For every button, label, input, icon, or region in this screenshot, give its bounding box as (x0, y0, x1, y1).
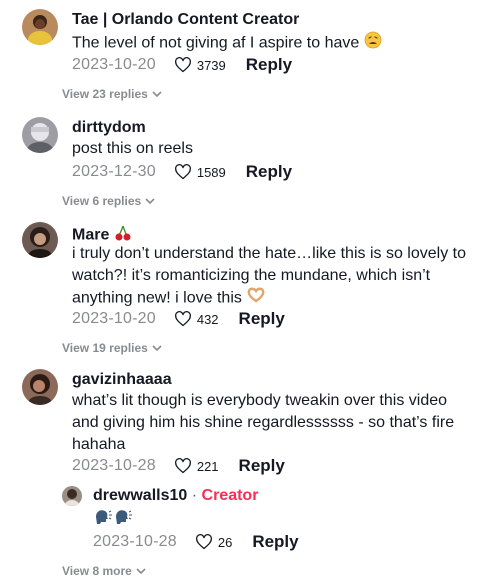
like-count: 3739 (196, 57, 226, 73)
heart-icon (174, 57, 191, 73)
view-replies-label: View 8 more (62, 564, 132, 578)
separator: · (191, 487, 198, 504)
comment-text-line: watch?! it’s romanticizing the mundane, … (72, 267, 431, 284)
view-replies-label: View 6 replies (62, 194, 142, 208)
comment-text: The level of not giving af I aspire to h… (72, 31, 382, 56)
reply-button[interactable]: Reply (252, 532, 298, 552)
like-count: 221 (196, 458, 219, 474)
reply-text (93, 507, 133, 532)
view-replies-label: View 23 replies (62, 87, 148, 101)
chevron-down-icon (145, 197, 155, 204)
like-count: 1589 (196, 164, 226, 180)
comment-text: post this on reels (72, 140, 193, 157)
comment-text-content: The level of not giving af I aspire to h… (72, 34, 360, 52)
like-button[interactable]: 3739 (174, 57, 226, 73)
chevron-down-icon (136, 567, 146, 574)
like-count: 26 (217, 534, 233, 550)
like-button[interactable]: 1589 (174, 164, 226, 180)
heart-hands-emoji-icon (246, 287, 266, 310)
comment-text: what’s lit though is everybody tweakin o… (72, 390, 492, 456)
comment-date: 2023-10-28 (72, 457, 156, 474)
comment-username[interactable]: gavizinhaaaa (72, 371, 172, 389)
username-text: drewwalls10 (93, 487, 188, 504)
reply-button[interactable]: Reply (239, 309, 285, 329)
comment-meta: 2023-10-20 432 Reply (72, 308, 285, 330)
comment-text-line: what’s lit though is everybody tweakin o… (72, 392, 448, 409)
tired-face-emoji-icon (364, 31, 382, 56)
comment-meta: 2023-12-30 1589 Reply (72, 161, 292, 183)
comment-date: 2023-10-20 (72, 310, 156, 327)
comment-text-line: and giving him his shine regardlessssss … (72, 414, 455, 431)
reply-button[interactable]: Reply (246, 162, 292, 182)
like-count: 432 (196, 311, 219, 327)
reply-button[interactable]: Reply (239, 456, 285, 476)
view-replies-button[interactable]: View 19 replies (62, 341, 162, 355)
comment-text-line: anything new! i love this (72, 287, 492, 310)
reply-username[interactable]: drewwalls10 · Creator (93, 487, 258, 505)
avatar[interactable] (22, 9, 58, 45)
heart-icon (174, 164, 191, 180)
comment-text: i truly don’t understand the hate…like t… (72, 243, 492, 310)
chevron-down-icon (152, 90, 162, 97)
avatar[interactable] (22, 369, 58, 405)
username-text: Mare (72, 226, 110, 244)
like-button[interactable]: 221 (174, 458, 219, 474)
comment-meta: 2023-10-20 3739 Reply (72, 54, 292, 76)
reply-meta: 2023-10-28 26 Reply (93, 531, 299, 553)
reply-button[interactable]: Reply (246, 55, 292, 75)
chevron-down-icon (152, 344, 162, 351)
comment-text-line: i truly don’t understand the hate…like t… (72, 245, 466, 262)
speaking-head-emoji-icon (93, 507, 133, 532)
comment-text-line: hahaha (72, 436, 126, 453)
creator-badge: Creator (201, 487, 259, 504)
comment-meta: 2023-10-28 221 Reply (72, 455, 285, 477)
heart-icon (174, 311, 191, 327)
view-replies-button[interactable]: View 6 replies (62, 194, 155, 208)
avatar[interactable] (22, 222, 58, 258)
comment-date: 2023-10-20 (72, 56, 156, 73)
view-replies-label: View 19 replies (62, 341, 148, 355)
reply-date: 2023-10-28 (93, 533, 177, 550)
comment-date: 2023-12-30 (72, 163, 156, 180)
heart-icon (174, 458, 191, 474)
like-button[interactable]: 432 (174, 311, 219, 327)
comment-username[interactable]: dirttydom (72, 119, 146, 137)
view-more-replies-button[interactable]: View 8 more (62, 564, 146, 578)
heart-icon (195, 534, 212, 550)
avatar[interactable] (62, 486, 82, 506)
avatar[interactable] (22, 117, 58, 153)
like-button[interactable]: 26 (195, 534, 232, 550)
comment-username[interactable]: Tae | Orlando Content Creator (72, 11, 299, 29)
comment-text-content: anything new! i love this (72, 289, 242, 307)
view-replies-button[interactable]: View 23 replies (62, 87, 162, 101)
